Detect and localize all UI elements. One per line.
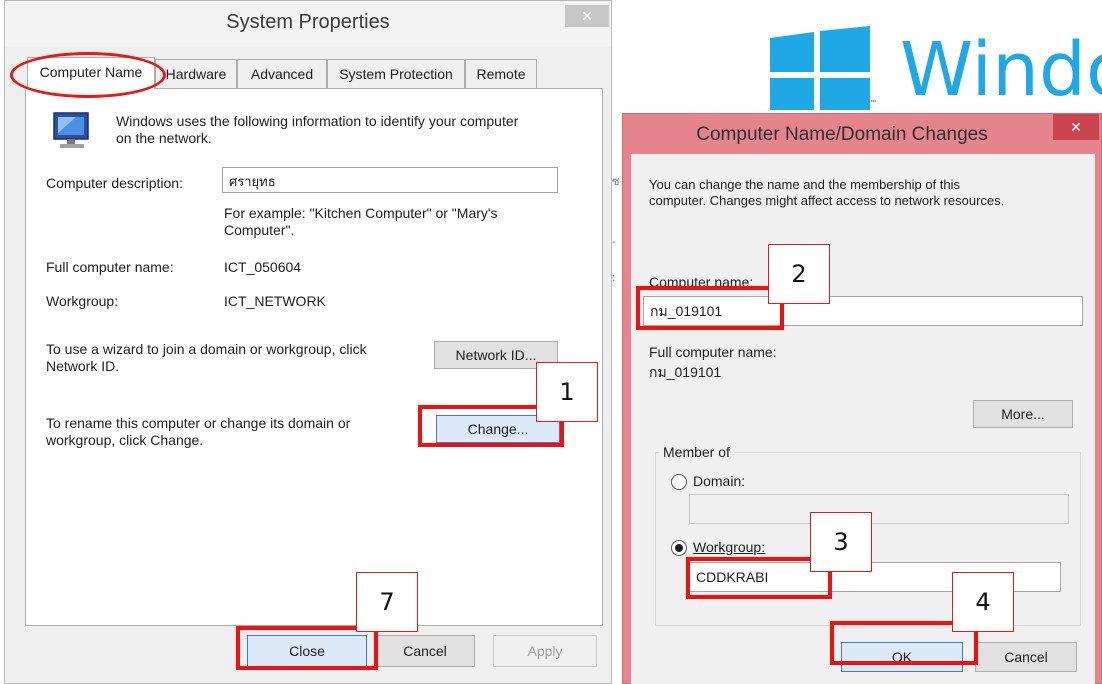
computer-name-label: Computer name: bbox=[649, 274, 754, 290]
intro-text-line2: on the network. bbox=[116, 130, 212, 146]
tab-computer-name[interactable]: Computer Name bbox=[27, 57, 155, 89]
computer-name-input[interactable]: กม_019101 bbox=[643, 296, 1083, 326]
domain-label: Domain: bbox=[693, 473, 746, 489]
computer-monitor-icon bbox=[53, 112, 89, 148]
cancel-button[interactable]: Cancel bbox=[375, 635, 475, 667]
dialog-full-name-value: กม_019101 bbox=[649, 364, 722, 380]
title-bar: System Properties ✕ bbox=[5, 1, 611, 47]
full-computer-name-label: Full computer name: bbox=[46, 259, 174, 275]
workgroup-value: ICT_NETWORK bbox=[224, 293, 326, 309]
rename-text-line1: To rename this computer or change its do… bbox=[46, 415, 351, 431]
domain-input[interactable] bbox=[689, 494, 1069, 524]
full-computer-name-value: ICT_050604 bbox=[224, 259, 302, 275]
tab-system-protection[interactable]: System Protection bbox=[327, 59, 465, 89]
windows-logo-icon bbox=[770, 26, 870, 110]
more-button[interactable]: More... bbox=[973, 400, 1073, 428]
wizard-text-line1: To use a wizard to join a domain or work… bbox=[46, 341, 367, 357]
computer-name-panel: Windows uses the following information t… bbox=[25, 88, 603, 626]
close-icon[interactable]: ✕ bbox=[1053, 114, 1099, 140]
computer-description-input[interactable]: ศรายุทธ bbox=[222, 167, 558, 193]
workgroup-label: Workgroup: bbox=[46, 293, 119, 309]
intro-text-line1: Windows uses the following information t… bbox=[116, 113, 519, 129]
example-text-line2: Computer". bbox=[224, 222, 295, 238]
close-button[interactable]: Close bbox=[247, 635, 367, 667]
step-number-3: 3 bbox=[810, 512, 872, 572]
windows-logo-text: Windows bbox=[900, 27, 1102, 110]
background-mark: - bbox=[612, 236, 616, 248]
dialog-cancel-button[interactable]: Cancel bbox=[975, 642, 1077, 672]
ok-button[interactable]: OK bbox=[841, 642, 963, 672]
background-mark: : bbox=[612, 272, 616, 284]
tab-hardware[interactable]: Hardware bbox=[155, 59, 237, 89]
close-icon[interactable]: ✕ bbox=[565, 5, 609, 27]
step-number-4: 4 bbox=[952, 572, 1014, 632]
workgroup-radio[interactable] bbox=[671, 540, 687, 556]
tab-remote[interactable]: Remote bbox=[465, 59, 537, 89]
step-number-7: 7 bbox=[356, 572, 418, 632]
system-properties-window: System Properties ✕ Computer Name Hardwa… bbox=[4, 0, 612, 684]
computer-description-label: Computer description: bbox=[46, 175, 183, 191]
background-mark: ซ bbox=[612, 176, 620, 188]
tab-advanced[interactable]: Advanced bbox=[237, 59, 327, 89]
window-title: System Properties bbox=[226, 11, 390, 33]
step-number-2: 2 bbox=[768, 244, 830, 304]
dialog-title: Computer Name/Domain Changes bbox=[696, 124, 988, 145]
dialog-intro-line2: computer. Changes might affect access to… bbox=[649, 193, 1005, 208]
rename-text-line2: workgroup, click Change. bbox=[46, 432, 204, 448]
dialog-body: You can change the name and the membersh… bbox=[631, 154, 1095, 684]
dialog-workgroup-label: Workgroup: bbox=[693, 539, 766, 555]
windows-logo: Windows bbox=[770, 20, 1102, 110]
dialog-full-name-label: Full computer name: bbox=[649, 344, 777, 360]
example-text-line1: For example: "Kitchen Computer" or "Mary… bbox=[224, 205, 498, 221]
computer-name-dialog: Computer Name/Domain Changes ✕ You can c… bbox=[622, 113, 1102, 684]
domain-radio[interactable] bbox=[671, 474, 687, 490]
dialog-intro-line1: You can change the name and the membersh… bbox=[649, 177, 961, 192]
member-of-legend: Member of bbox=[659, 444, 734, 460]
trademark-mark: ™ bbox=[870, 100, 876, 106]
wizard-text-line2: Network ID. bbox=[46, 358, 120, 374]
step-number-1: 1 bbox=[536, 362, 598, 422]
apply-button[interactable]: Apply bbox=[493, 635, 597, 667]
